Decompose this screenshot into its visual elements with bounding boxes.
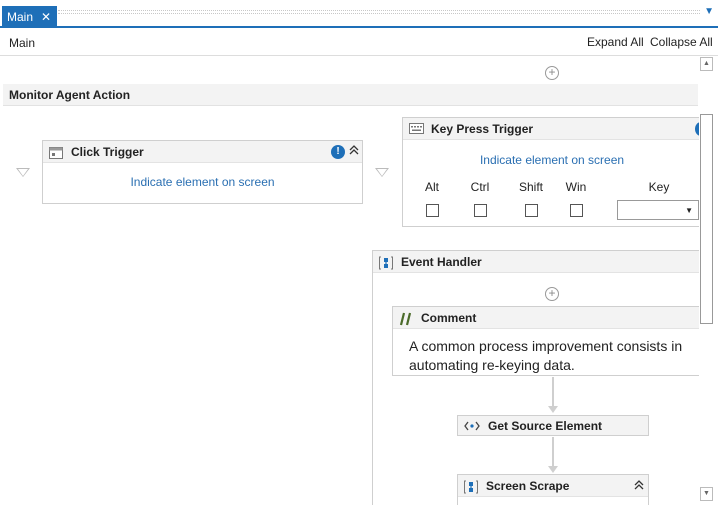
screen-scrape-header: Screen Scrape: [458, 475, 648, 497]
modifier-shift: Shift: [516, 180, 546, 220]
modifier-win: Win: [564, 180, 588, 220]
screen-scrape-activity[interactable]: Screen Scrape: [457, 474, 649, 505]
comment-header: Comment: [393, 307, 701, 329]
add-activity-plus-icon[interactable]: +: [545, 287, 559, 301]
modifier-alt: Alt: [421, 180, 443, 220]
expand-all-button[interactable]: Expand All: [587, 35, 644, 49]
comment-title: Comment: [421, 310, 477, 325]
close-icon[interactable]: ✕: [41, 10, 51, 24]
tab-overflow-chevron-icon[interactable]: ▼: [704, 6, 714, 17]
collapse-chevron-icon[interactable]: [349, 144, 359, 159]
calendar-icon: [49, 146, 63, 159]
designer-header: Main Expand All Collapse All: [0, 28, 718, 56]
get-source-element-activity[interactable]: Get Source Element: [457, 415, 649, 436]
ctrl-checkbox[interactable]: [473, 204, 487, 217]
breadcrumb[interactable]: Main: [9, 36, 35, 50]
screen-scrape-title: Screen Scrape: [486, 478, 570, 493]
scroll-down-arrow-icon[interactable]: ▼: [700, 487, 713, 501]
get-source-element-header: Get Source Element: [458, 416, 648, 435]
modifier-win-label: Win: [565, 180, 587, 194]
designer-canvas: + Monitor Agent Action Click Trigger ! I…: [0, 56, 718, 505]
tab-main[interactable]: Main ✕: [2, 6, 57, 28]
drop-arrow-icon: [375, 168, 389, 177]
shift-checkbox[interactable]: [524, 204, 538, 217]
tab-bar: Main ✕ ▼: [0, 0, 718, 28]
collapse-chevron-icon[interactable]: [634, 479, 644, 494]
drop-arrow-icon: [16, 168, 30, 177]
comment-text[interactable]: A common process improvement consists in…: [393, 329, 701, 383]
indicate-element-link[interactable]: Indicate element on screen: [403, 153, 701, 167]
scroll-up-arrow-icon[interactable]: ▲: [700, 57, 713, 71]
keyboard-icon: [409, 122, 424, 135]
indicate-element-link[interactable]: Indicate element on screen: [43, 175, 362, 189]
modifier-shift-label: Shift: [518, 180, 543, 194]
connector-line: [552, 377, 554, 406]
connector-line: [552, 437, 554, 466]
key-label: Key: [648, 180, 670, 194]
comment-slashes-icon: [399, 312, 413, 325]
click-trigger-title: Click Trigger: [71, 144, 144, 159]
collapse-all-button[interactable]: Collapse All: [650, 35, 713, 49]
tab-bar-drag-area: [58, 10, 700, 14]
code-tag-icon: [464, 420, 480, 432]
sequence-title: Monitor Agent Action: [9, 88, 131, 102]
key-dropdown[interactable]: ▼: [617, 200, 699, 220]
sequence-icon: [379, 256, 393, 269]
sequence-icon: [464, 480, 478, 493]
connector-arrow-icon: [548, 466, 558, 473]
key-press-trigger-card[interactable]: Key Press Trigger Indicate element on sc…: [402, 117, 707, 227]
tab-main-label: Main: [7, 10, 34, 24]
sequence-header: Monitor Agent Action: [3, 84, 698, 106]
key-press-trigger-title: Key Press Trigger: [431, 121, 534, 136]
scrollbar-thumb[interactable]: [700, 114, 713, 324]
modifier-ctrl: Ctrl: [469, 180, 491, 220]
click-trigger-card[interactable]: Click Trigger ! Indicate element on scre…: [42, 140, 363, 204]
dropdown-caret-icon: ▼: [685, 206, 693, 215]
warning-icon[interactable]: !: [331, 145, 345, 159]
win-checkbox[interactable]: [569, 204, 583, 217]
get-source-element-title: Get Source Element: [488, 418, 603, 433]
add-activity-plus-icon[interactable]: +: [545, 66, 559, 80]
vertical-scrollbar[interactable]: ▲ ▼: [699, 56, 714, 505]
alt-checkbox[interactable]: [425, 204, 439, 217]
event-handler-title: Event Handler: [401, 254, 482, 269]
key-press-trigger-header: Key Press Trigger: [403, 118, 707, 140]
modifier-ctrl-label: Ctrl: [470, 180, 490, 194]
event-handler-header: Event Handler: [373, 251, 702, 273]
click-trigger-header: Click Trigger !: [43, 141, 362, 163]
modifier-alt-label: Alt: [424, 180, 439, 194]
comment-card[interactable]: Comment A common process improvement con…: [392, 306, 702, 376]
connector-arrow-icon: [548, 406, 558, 413]
